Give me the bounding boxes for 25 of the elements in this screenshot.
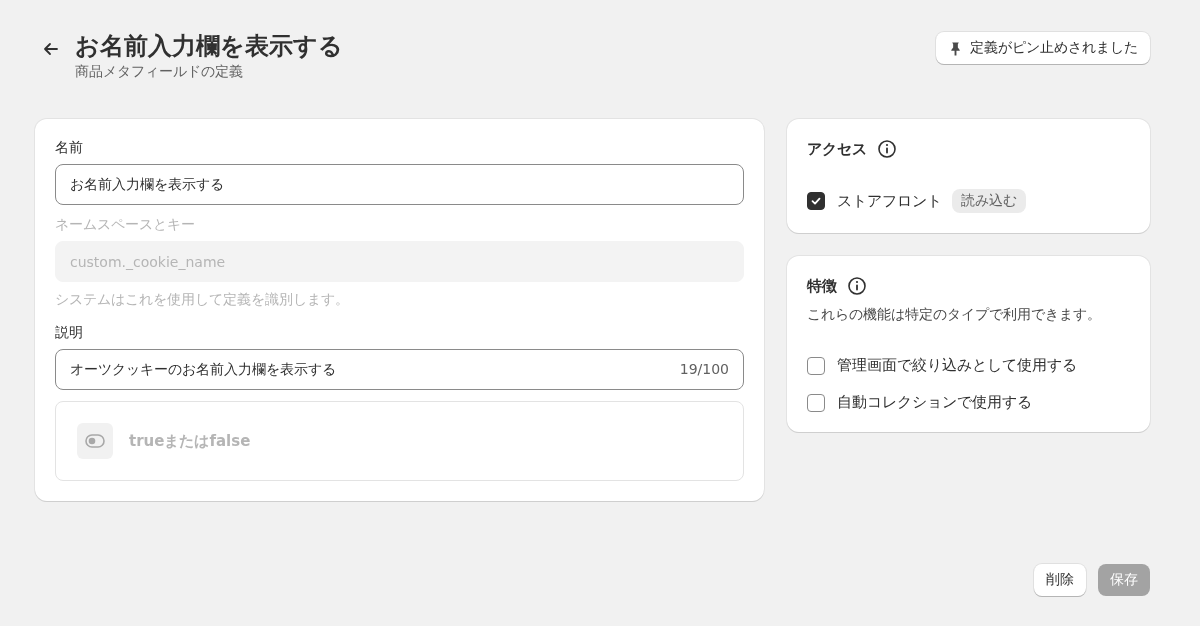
field-label: 説明	[55, 324, 84, 342]
name-field[interactable]: お名前入力欄を表示する	[55, 164, 744, 205]
checkbox-label: 管理画面で絞り込みとして使用する	[837, 356, 1077, 375]
character-counter: 19/100	[679, 361, 729, 377]
field-label: 名前	[55, 139, 84, 157]
toggle-icon	[77, 423, 113, 459]
page-subtitle: 商品メタフィールドの定義	[75, 63, 244, 81]
help-text: システムはこれを使用して定義を識別します。	[55, 291, 350, 309]
info-icon[interactable]	[847, 276, 867, 296]
card-title: 特徴	[807, 276, 837, 296]
checkbox[interactable]	[807, 356, 825, 375]
checkbox-label: 自動コレクションで使用する	[837, 393, 1032, 412]
page-title: お名前入力欄を表示する	[75, 31, 343, 62]
pin-icon	[948, 40, 963, 56]
info-icon[interactable]	[877, 139, 897, 159]
field-label: ネームスペースとキー	[55, 216, 196, 234]
checkbox[interactable]	[807, 192, 825, 210]
checkbox-label: ストアフロント	[837, 191, 942, 211]
card-title: アクセス	[807, 139, 867, 159]
features-description: これらの機能は特定のタイプで利用できます。	[807, 305, 1102, 324]
checkmark-icon	[810, 195, 822, 207]
access-badge: 読み込む	[952, 189, 1026, 213]
checkbox[interactable]	[807, 393, 825, 412]
action-button[interactable]: 削除	[1034, 564, 1086, 596]
pin-button[interactable]: 定義がピン止めされました	[936, 32, 1150, 64]
